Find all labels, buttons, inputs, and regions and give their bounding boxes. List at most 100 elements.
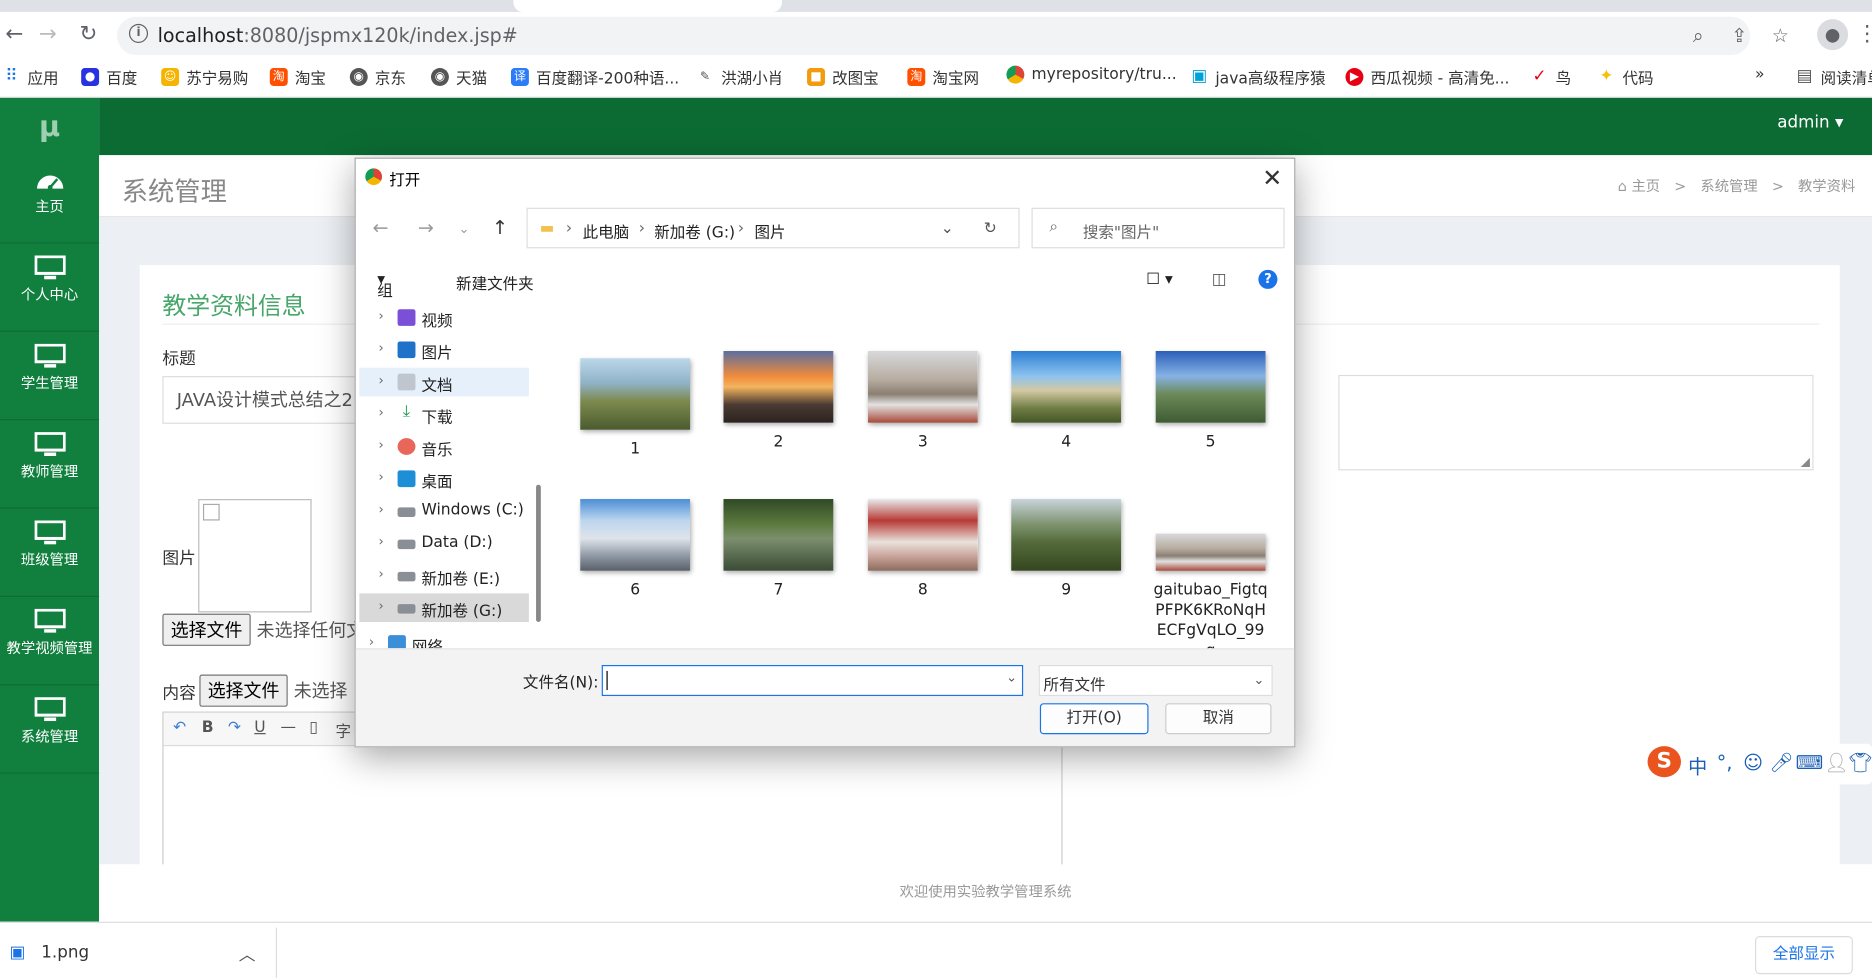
side-textarea[interactable]: ◢ bbox=[1338, 374, 1814, 471]
show-all-downloads-button[interactable]: 全部显示 bbox=[1755, 936, 1853, 975]
chevron-right-icon[interactable]: › bbox=[378, 405, 383, 421]
microphone-icon[interactable]: 🎤︎ bbox=[1769, 751, 1793, 774]
tree-item-drive-e[interactable]: › 新加卷 (E:) bbox=[359, 561, 529, 590]
bookmark-code[interactable]: ✦ 代码 bbox=[1597, 66, 1653, 88]
tree-item-desktop[interactable]: › 桌面 bbox=[359, 464, 529, 493]
bookmark-gaitubao[interactable]: ■ 改图宝 bbox=[807, 66, 879, 88]
browser-tab[interactable] bbox=[513, 0, 782, 12]
file-item[interactable]: 2 bbox=[707, 351, 850, 452]
bookmark-java[interactable]: ▣ java高级程序猿 bbox=[1190, 66, 1325, 88]
path-segment-folder[interactable]: 图片 bbox=[755, 220, 786, 242]
tree-item-drive-c[interactable]: › Windows (C:) bbox=[359, 497, 529, 526]
file-item[interactable]: 4 bbox=[995, 351, 1138, 452]
undo-icon[interactable]: ↶ bbox=[173, 719, 186, 737]
bookmark-taobaowang[interactable]: 淘淘宝网 bbox=[907, 66, 979, 88]
sidebar-item-profile[interactable]: 个人中心 bbox=[0, 244, 100, 332]
help-icon[interactable]: ? bbox=[1258, 269, 1278, 289]
bookmark-baidu[interactable]: ● 百度 bbox=[81, 66, 137, 88]
path-segment-drive[interactable]: 新加卷 (G:) bbox=[654, 220, 735, 242]
search-input[interactable]: ⌕ 搜索"图片" bbox=[1031, 207, 1285, 249]
forward-icon[interactable]: → bbox=[33, 21, 62, 46]
tree-item-pictures[interactable]: › 图片 bbox=[359, 335, 529, 364]
user-icon[interactable]: 👤︎ bbox=[1824, 751, 1848, 774]
address-path[interactable]: ▬ › 此电脑 › 新加卷 (G:) › 图片 ⌄ ↻ bbox=[526, 207, 1020, 249]
chevron-right-icon[interactable]: › bbox=[378, 340, 383, 356]
bold-icon[interactable]: B bbox=[202, 719, 214, 737]
file-item[interactable]: 3 bbox=[851, 351, 994, 452]
underline-icon[interactable]: U bbox=[254, 719, 265, 737]
bookmark-suning[interactable]: ☺ 苏宁易购 bbox=[161, 66, 248, 88]
back-icon[interactable]: ← bbox=[0, 21, 29, 46]
sidebar-item-videos[interactable]: 教学视频管理 bbox=[0, 597, 100, 686]
redo-icon[interactable]: ↷ bbox=[228, 719, 241, 737]
tree-item-drive-g[interactable]: › 新加卷 (G:) bbox=[359, 593, 529, 623]
url-text[interactable]: localhost:8080/jspmx120k/index.jsp# bbox=[158, 24, 518, 47]
file-item[interactable]: 5 bbox=[1139, 351, 1282, 452]
tree-item-documents[interactable]: › 文档 bbox=[359, 367, 529, 397]
page-icon[interactable]: ▯ bbox=[309, 719, 318, 737]
organize-menu[interactable]: 组织 ▾ bbox=[377, 271, 393, 324]
bookmark-tmall[interactable]: ◉ 天猫 bbox=[430, 66, 487, 88]
sidebar-item-system[interactable]: 系统管理 bbox=[0, 685, 100, 774]
menu-icon[interactable]: ⋮ bbox=[1853, 21, 1872, 46]
emoji-icon[interactable]: ☺ bbox=[1743, 751, 1763, 774]
bookmark-fanyi[interactable]: 译百度翻译-200种语... bbox=[510, 66, 679, 88]
chevron-right-icon[interactable]: › bbox=[378, 437, 383, 453]
bookmark-myrepository[interactable]: myrepository/tru... bbox=[1006, 65, 1177, 84]
reload-icon[interactable]: ↻ bbox=[74, 21, 103, 46]
sidebar-item-students[interactable]: 学生管理 bbox=[0, 332, 100, 421]
cancel-button[interactable]: 取消 bbox=[1165, 703, 1272, 735]
reading-list[interactable]: ▤阅读清单 bbox=[1796, 66, 1872, 88]
bookmark-niao[interactable]: ✓ 鸟 bbox=[1531, 66, 1571, 88]
chevron-down-icon[interactable]: ⌄ bbox=[941, 220, 954, 238]
chevron-right-icon[interactable]: › bbox=[369, 634, 374, 648]
open-button[interactable]: 打开(O) bbox=[1039, 703, 1149, 735]
new-folder-button[interactable]: 新建文件夹 bbox=[456, 271, 534, 294]
share-icon[interactable]: ⇪ bbox=[1731, 24, 1747, 47]
profile-icon[interactable]: ● bbox=[1817, 19, 1849, 51]
chevron-right-icon[interactable]: › bbox=[378, 501, 383, 517]
bookmark-star-icon[interactable]: ☆ bbox=[1772, 24, 1789, 47]
resize-handle-icon[interactable]: ◢ bbox=[1801, 456, 1810, 469]
sidebar-item-classes[interactable]: 班级管理 bbox=[0, 509, 100, 597]
user-menu[interactable]: admin ▾ bbox=[1777, 113, 1843, 132]
tree-item-drive-d[interactable]: › Data (D:) bbox=[359, 529, 529, 558]
bookmark-taobao[interactable]: 淘淘宝 bbox=[269, 66, 326, 88]
choose-content-button[interactable]: 选择文件 bbox=[199, 674, 288, 707]
download-item[interactable]: ▣ 1.png bbox=[10, 943, 90, 962]
site-info-icon[interactable]: i bbox=[128, 23, 149, 43]
sidebar-item-home[interactable]: 主页 bbox=[0, 155, 100, 244]
up-folder-icon[interactable]: ↑ bbox=[492, 216, 508, 239]
back-icon[interactable]: ← bbox=[372, 216, 388, 239]
recent-locations-icon[interactable]: ⌄ bbox=[458, 221, 469, 237]
close-icon[interactable]: ✕ bbox=[1262, 164, 1282, 193]
chevron-right-icon[interactable]: › bbox=[378, 469, 383, 485]
file-item[interactable]: 7 bbox=[707, 499, 850, 600]
breadcrumb-home[interactable]: 主页 bbox=[1631, 178, 1660, 195]
zoom-icon[interactable]: ⌕ bbox=[1693, 24, 1704, 48]
breadcrumb-system[interactable]: 系统管理 bbox=[1700, 178, 1757, 195]
choose-image-button[interactable]: 选择文件 bbox=[162, 613, 251, 646]
skin-icon[interactable]: 👕︎ bbox=[1848, 751, 1872, 774]
sidebar-item-teachers[interactable]: 教师管理 bbox=[0, 420, 100, 509]
tree-item-downloads[interactable]: › ⤓ 下载 bbox=[359, 400, 529, 429]
scrollbar[interactable] bbox=[536, 484, 541, 623]
refresh-icon[interactable]: ↻ bbox=[984, 220, 997, 238]
bookmark-apps[interactable]: ⠿ 应用 bbox=[2, 66, 58, 88]
ime-mode[interactable]: 中 bbox=[1688, 751, 1707, 780]
keyboard-icon[interactable]: ⌨ bbox=[1796, 751, 1824, 774]
font-select[interactable]: 字 bbox=[335, 719, 351, 741]
path-segment-pc[interactable]: 此电脑 bbox=[583, 220, 630, 242]
omnibox[interactable]: i localhost:8080/jspmx120k/index.jsp# ⌕ … bbox=[117, 16, 1789, 55]
tree-item-music[interactable]: › 音乐 bbox=[359, 432, 529, 461]
bookmark-jd[interactable]: ◉ 京东 bbox=[349, 66, 406, 88]
tree-item-network[interactable]: › 网络 bbox=[357, 629, 519, 649]
file-item[interactable]: 8 bbox=[851, 499, 994, 600]
forward-icon[interactable]: → bbox=[418, 216, 434, 239]
filetype-select[interactable]: 所有文件 ⌄ bbox=[1038, 664, 1273, 697]
tree-item-videos[interactable]: › 视频 bbox=[359, 303, 529, 332]
horizontal-rule-icon[interactable]: — bbox=[281, 719, 297, 737]
punctuation-icon[interactable]: °, bbox=[1717, 751, 1733, 774]
bookmark-honghu[interactable]: ✎ 洪湖小肖 bbox=[696, 66, 783, 88]
chevron-right-icon[interactable]: › bbox=[378, 534, 383, 550]
